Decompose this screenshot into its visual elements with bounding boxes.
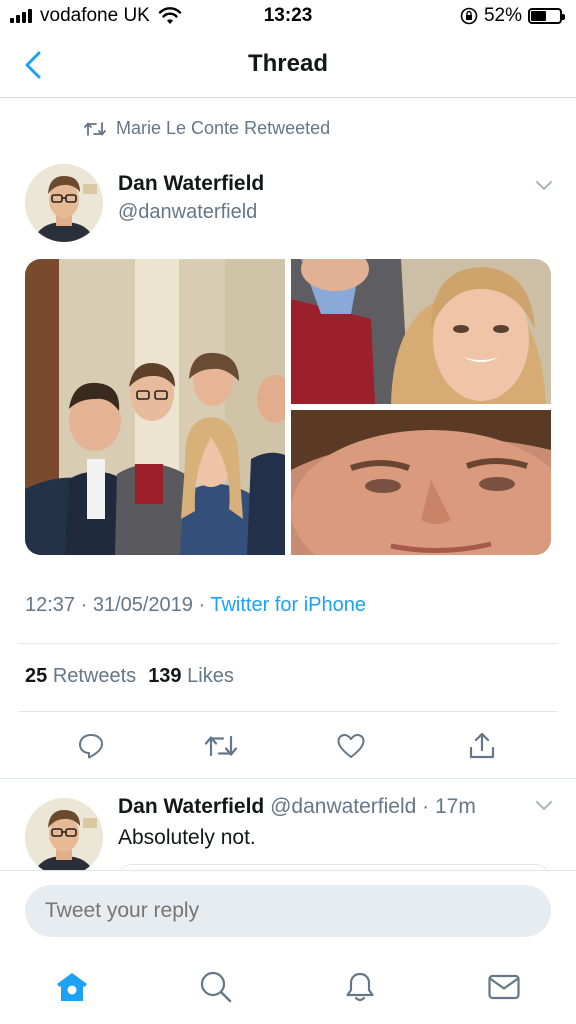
reply-author-name[interactable]: Dan Waterfield [118,795,264,818]
tab-messages[interactable] [484,967,524,1007]
author-handle[interactable]: @danwaterfield [118,201,257,224]
divider [18,711,558,712]
tweet-timestamp: 12:37 · 31/05/2019 · Twitter for iPhone [25,594,366,617]
reply-icon [79,734,103,759]
orientation-lock-icon [460,7,478,25]
tab-search[interactable] [196,967,236,1007]
retweet-button[interactable] [203,728,239,764]
likes-count: 139 [148,665,182,687]
like-button[interactable] [333,728,369,764]
share-icon [469,732,495,759]
reply-header[interactable]: Dan Waterfield @danwaterfield · 17m [118,795,476,819]
likes-label: Likes [187,665,234,687]
reply-input[interactable] [25,885,551,937]
reply-button[interactable] [73,728,109,764]
page-title: Thread [247,50,328,77]
media-photo-group[interactable] [25,259,293,555]
media-photo-crop-bottom[interactable] [291,410,551,555]
reply-menu-button[interactable] [534,796,554,816]
divider [0,778,576,779]
likes-stat[interactable]: 139 Likes [148,665,234,687]
avatar[interactable] [25,164,103,242]
timestamp-text: 12:37 · 31/05/2019 · [25,594,211,616]
reply-avatar[interactable] [25,798,103,876]
author-name[interactable]: Dan Waterfield [118,172,264,196]
nav-bar: Thread [0,34,576,98]
battery-icon [528,8,565,24]
retweet-context[interactable]: Marie Le Conte Retweeted [84,118,330,139]
status-bar: vodafone UK 13:23 52% [0,0,576,34]
share-button[interactable] [464,728,500,764]
tab-bar [0,967,576,1007]
mail-icon [488,974,520,1000]
tweet-menu-button[interactable] [534,176,554,196]
battery-percent: 52% [483,5,522,26]
retweet-icon [204,735,238,757]
heart-icon [337,734,365,758]
compose-area [0,870,576,1024]
avatar-image [25,798,103,876]
retweet-icon [84,121,106,136]
tweet-source-link[interactable]: Twitter for iPhone [210,594,366,616]
tweet-media[interactable] [25,259,551,555]
retweet-context-label: Marie Le Conte Retweeted [116,118,331,138]
tweet-actions [0,728,576,764]
status-right: 52% [460,5,565,27]
home-icon [57,973,87,1001]
retweets-label: Retweets [52,665,137,687]
chevron-down-icon [536,801,552,810]
divider [18,643,558,644]
tab-home[interactable] [52,967,92,1007]
reply-meta: @danwaterfield · 17m [264,795,476,818]
tab-notifications[interactable] [340,967,380,1007]
retweets-stat[interactable]: 25 Retweets [25,665,136,687]
avatar-image [25,164,103,242]
reply-text: Absolutely not. [118,826,256,849]
retweets-count: 25 [25,665,48,687]
tweet-stats: 25 Retweets 139 Likes [25,665,234,688]
battery-fill [531,11,546,21]
chevron-down-icon [536,181,552,190]
media-photo-crop-top[interactable] [291,259,551,404]
bell-icon [346,972,374,1002]
search-icon [200,971,232,1003]
